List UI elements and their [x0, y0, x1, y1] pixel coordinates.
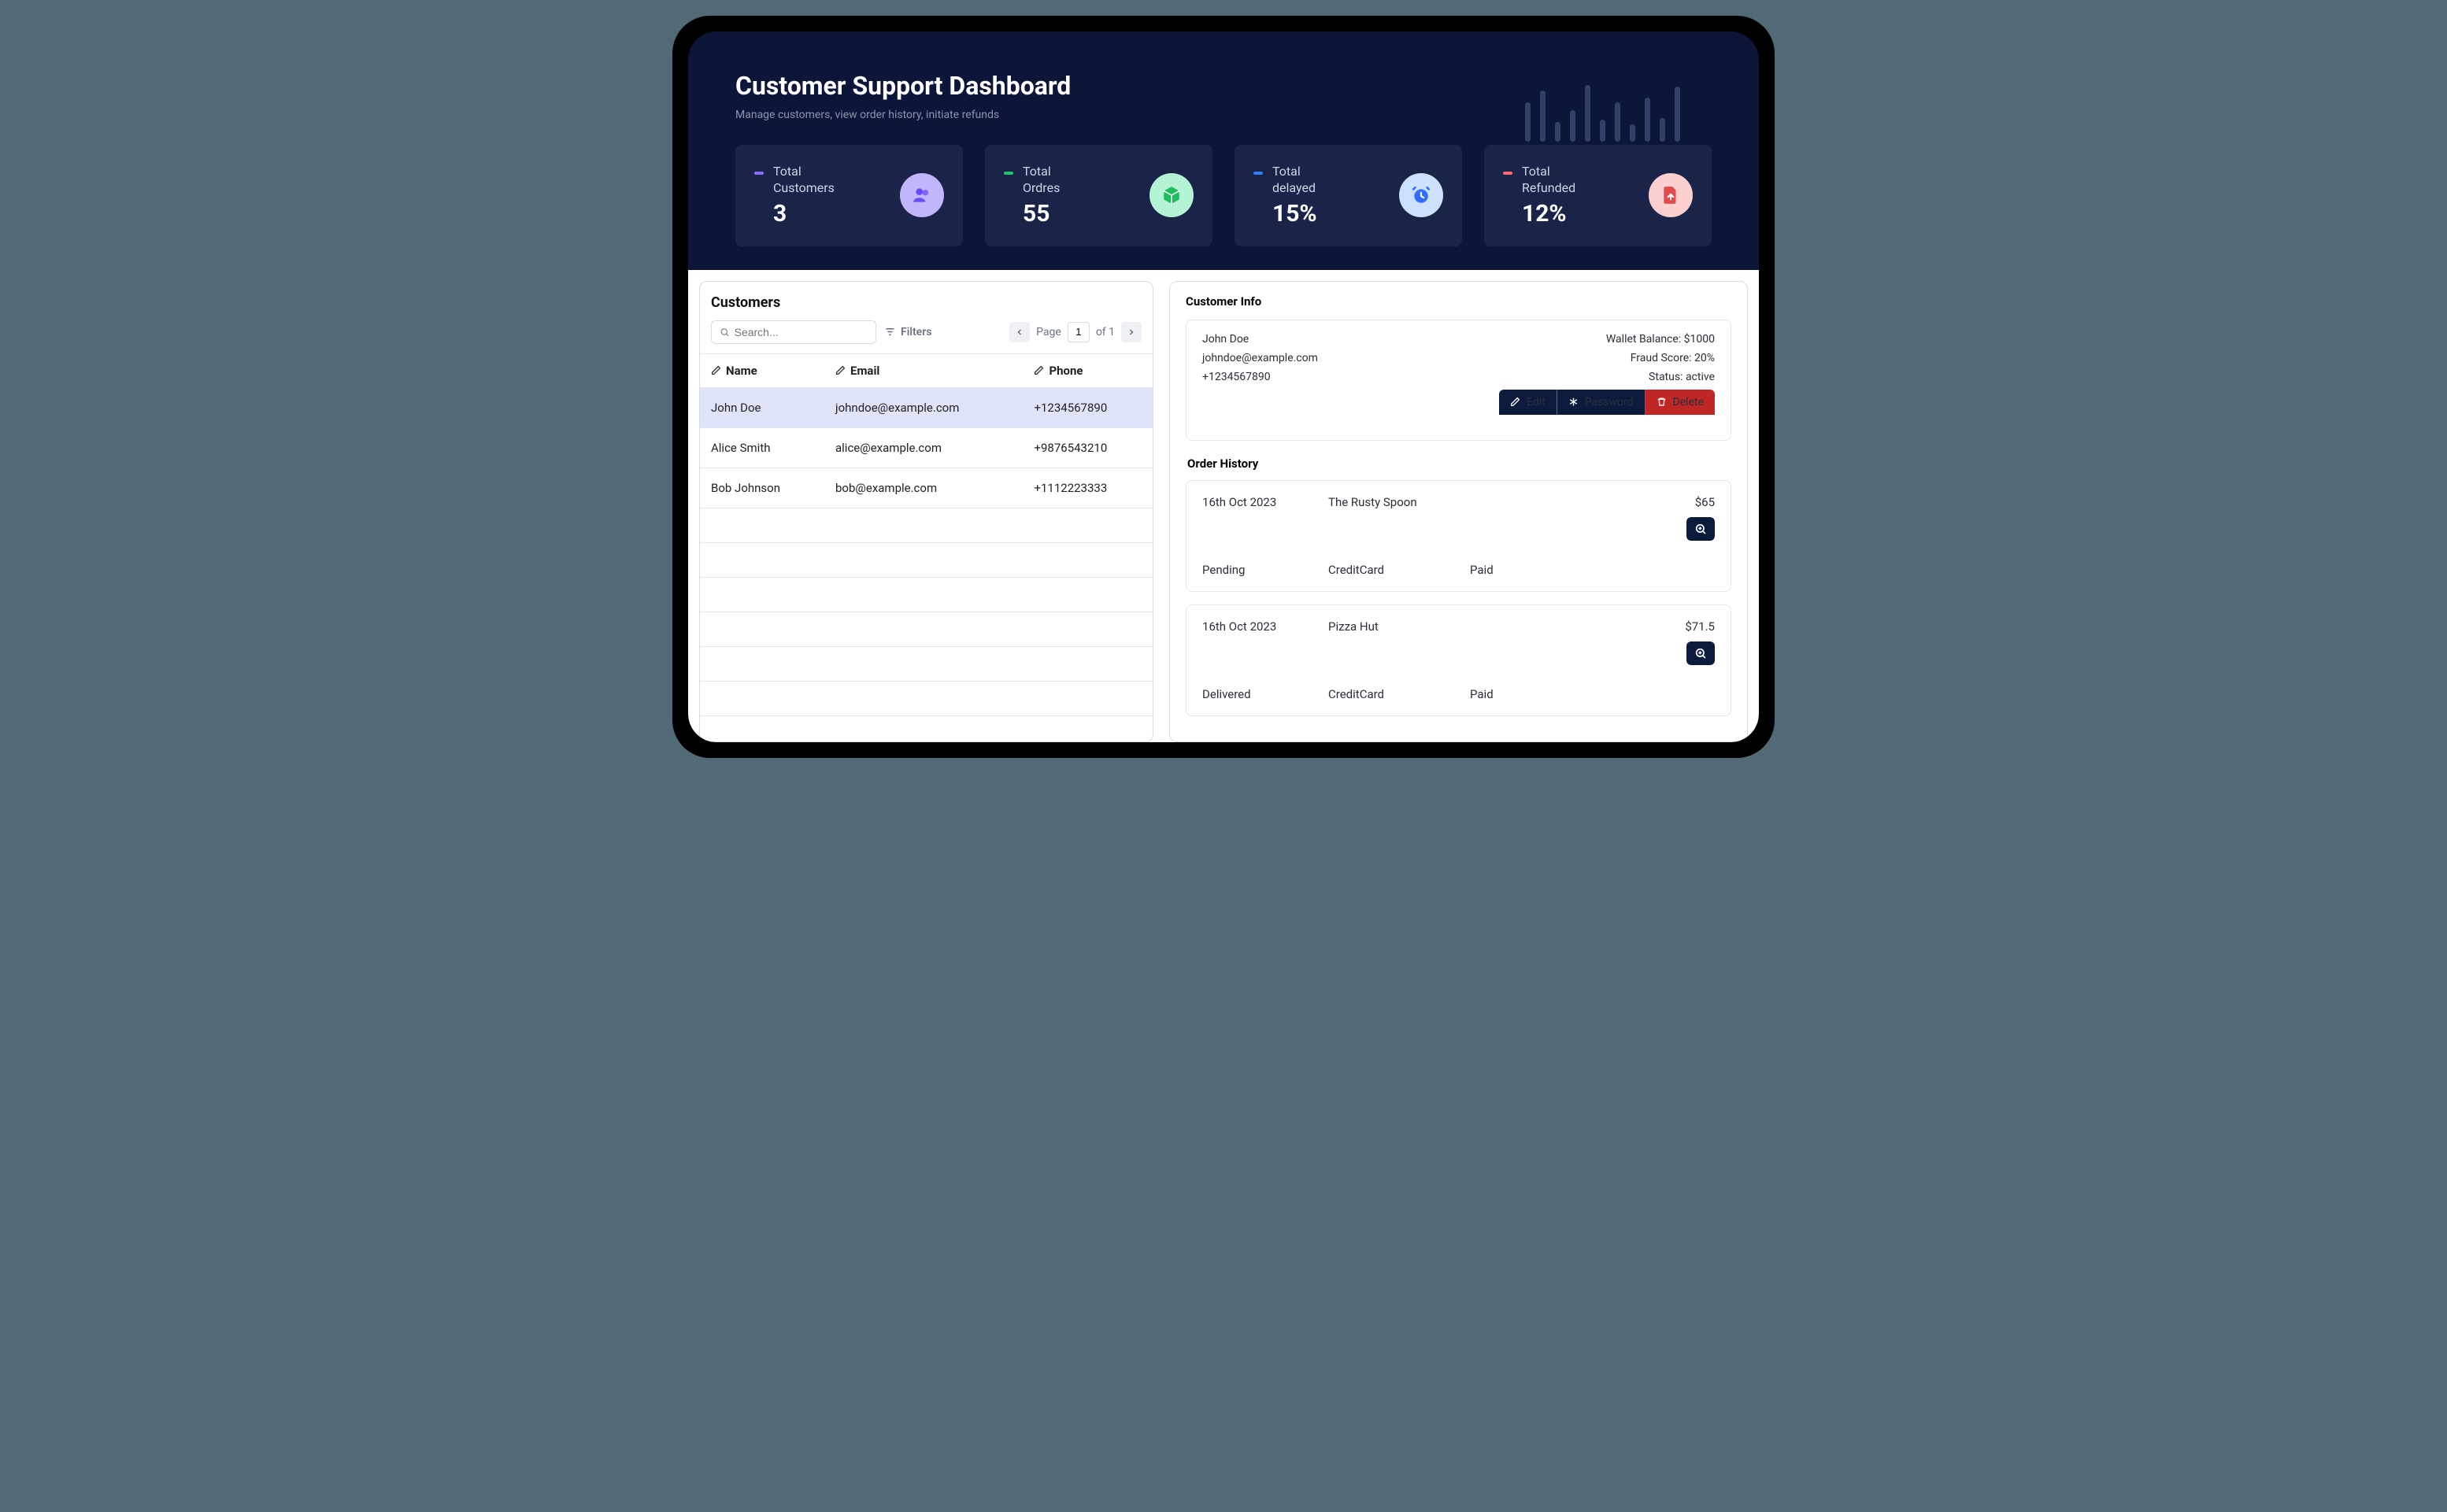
customer-name: John Doe — [1202, 333, 1318, 346]
order-amount: $71.5 — [1604, 619, 1715, 634]
table-row-empty — [700, 508, 1153, 542]
customers-title: Customers — [700, 282, 1153, 320]
stat-card-2: Totaldelayed 15% — [1235, 145, 1462, 246]
trash-icon — [1657, 397, 1667, 407]
filters-button[interactable]: Filters — [884, 326, 931, 338]
stat-dash-icon — [1253, 172, 1263, 175]
order-payment: Paid — [1470, 563, 1604, 577]
customers-toolbar: Filters Page of 1 — [700, 320, 1153, 353]
filters-label: Filters — [901, 326, 931, 338]
pencil-icon — [1034, 365, 1044, 375]
stat-dash-icon — [1503, 172, 1512, 175]
password-button[interactable]: Password — [1557, 390, 1646, 415]
order-payment: Paid — [1470, 687, 1604, 701]
column-phone[interactable]: Phone — [1023, 353, 1153, 387]
customer-info-right: Wallet Balance: $1000 Fraud Score: 20% S… — [1499, 333, 1715, 427]
stat-label: TotalOrdres — [1023, 164, 1060, 197]
table-row[interactable]: Bob Johnsonbob@example.com+1112223333 — [700, 468, 1153, 508]
edit-label: Edit — [1527, 396, 1546, 408]
chevron-left-icon — [1015, 327, 1024, 337]
stat-card-3: TotalRefunded 12% — [1484, 145, 1712, 246]
table-row-empty — [700, 577, 1153, 612]
customers-panel: Customers Filters Page — [699, 281, 1153, 742]
order-date: 16th Oct 2023 — [1202, 495, 1328, 509]
table-row[interactable]: Alice Smithalice@example.com+9876543210 — [700, 427, 1153, 468]
order-view-button[interactable] — [1686, 517, 1715, 541]
table-row[interactable]: John Doejohndoe@example.com+1234567890 — [700, 387, 1153, 427]
table-row-empty — [700, 542, 1153, 577]
fraud-score: Fraud Score: 20% — [1499, 352, 1715, 364]
stat-dash-icon — [1004, 172, 1013, 175]
table-row-empty — [700, 646, 1153, 681]
customer-actions: Edit Password Delete — [1499, 390, 1715, 421]
stat-dash-icon — [754, 172, 764, 175]
clock-icon — [1399, 173, 1443, 217]
password-label: Password — [1585, 396, 1634, 408]
stat-value: 15% — [1272, 200, 1317, 227]
stat-label: TotalRefunded — [1522, 164, 1575, 197]
users-icon — [900, 173, 944, 217]
delete-label: Delete — [1673, 396, 1704, 408]
pager: Page of 1 — [1009, 322, 1142, 342]
order-view-button[interactable] — [1686, 641, 1715, 665]
order-status: Delivered — [1202, 687, 1328, 701]
order-card: 16th Oct 2023Pizza Hut $71.5 DeliveredCred… — [1186, 604, 1731, 716]
stat-card-0: TotalCustomers 3 — [735, 145, 963, 246]
zoom-in-icon — [1694, 523, 1707, 535]
customer-email: johndoe@example.com — [1202, 352, 1318, 364]
filters-icon — [884, 326, 896, 338]
pager-of-label: of 1 — [1096, 326, 1115, 338]
stat-card-1: TotalOrdres 55 — [985, 145, 1212, 246]
search-input-wrap[interactable] — [711, 320, 876, 344]
pencil-icon — [835, 365, 846, 375]
pager-page-label: Page — [1036, 326, 1061, 338]
stat-label: Totaldelayed — [1272, 164, 1317, 197]
order-date: 16th Oct 2023 — [1202, 619, 1328, 634]
page-header: Customer Support Dashboard Manage custom… — [688, 31, 1759, 145]
customers-table-body: John Doejohndoe@example.com+1234567890Al… — [700, 387, 1153, 715]
order-method: CreditCard — [1328, 563, 1470, 577]
table-row-empty — [700, 612, 1153, 646]
order-merchant: Pizza Hut — [1328, 619, 1470, 634]
table-row-empty — [700, 681, 1153, 715]
orders-list: 16th Oct 2023The Rusty Spoon$65PendingCr… — [1186, 480, 1731, 716]
pencil-icon — [711, 365, 721, 375]
search-input[interactable] — [735, 326, 868, 338]
customer-info-card: John Doe johndoe@example.com +1234567890… — [1186, 320, 1731, 441]
customers-table-header: NameEmailPhone — [700, 353, 1153, 387]
search-icon — [720, 327, 730, 338]
order-card: 16th Oct 2023The Rusty Spoon $65 PendingCr… — [1186, 480, 1731, 592]
upload-icon — [1649, 173, 1693, 217]
stat-value: 55 — [1023, 200, 1060, 227]
chevron-right-icon — [1127, 327, 1136, 337]
edit-button[interactable]: Edit — [1499, 390, 1557, 415]
customers-table: NameEmailPhone John Doejohndoe@example.c… — [700, 353, 1153, 716]
delete-button[interactable]: Delete — [1646, 390, 1715, 415]
customer-info-title: Customer Info — [1186, 294, 1731, 309]
header-bars-decoration — [1525, 79, 1680, 142]
column-email[interactable]: Email — [824, 353, 1023, 387]
customer-info-left: John Doe johndoe@example.com +1234567890 — [1202, 333, 1318, 427]
pencil-icon — [1510, 397, 1520, 407]
order-status: Pending — [1202, 563, 1328, 577]
order-method: CreditCard — [1328, 687, 1470, 701]
asterisk-icon — [1568, 397, 1579, 407]
pager-next-button[interactable] — [1121, 322, 1142, 342]
stats-row: TotalCustomers 3 TotalOrdres 55 Totaldelayed… — [688, 145, 1759, 270]
pager-prev-button[interactable] — [1009, 322, 1030, 342]
package-icon — [1149, 173, 1194, 217]
column-name[interactable]: Name — [700, 353, 824, 387]
stat-value: 12% — [1522, 200, 1575, 227]
pager-page-input[interactable] — [1068, 322, 1090, 342]
customer-status: Status: active — [1499, 371, 1715, 383]
order-history-title: Order History — [1187, 457, 1731, 471]
zoom-in-icon — [1694, 647, 1707, 660]
order-merchant: The Rusty Spoon — [1328, 495, 1470, 509]
order-amount: $65 — [1604, 495, 1715, 509]
stat-value: 3 — [773, 200, 835, 227]
customer-phone: +1234567890 — [1202, 371, 1318, 383]
stat-label: TotalCustomers — [773, 164, 835, 197]
details-panel: Customer Info John Doe johndoe@example.c… — [1169, 281, 1748, 742]
wallet-balance: Wallet Balance: $1000 — [1499, 333, 1715, 346]
